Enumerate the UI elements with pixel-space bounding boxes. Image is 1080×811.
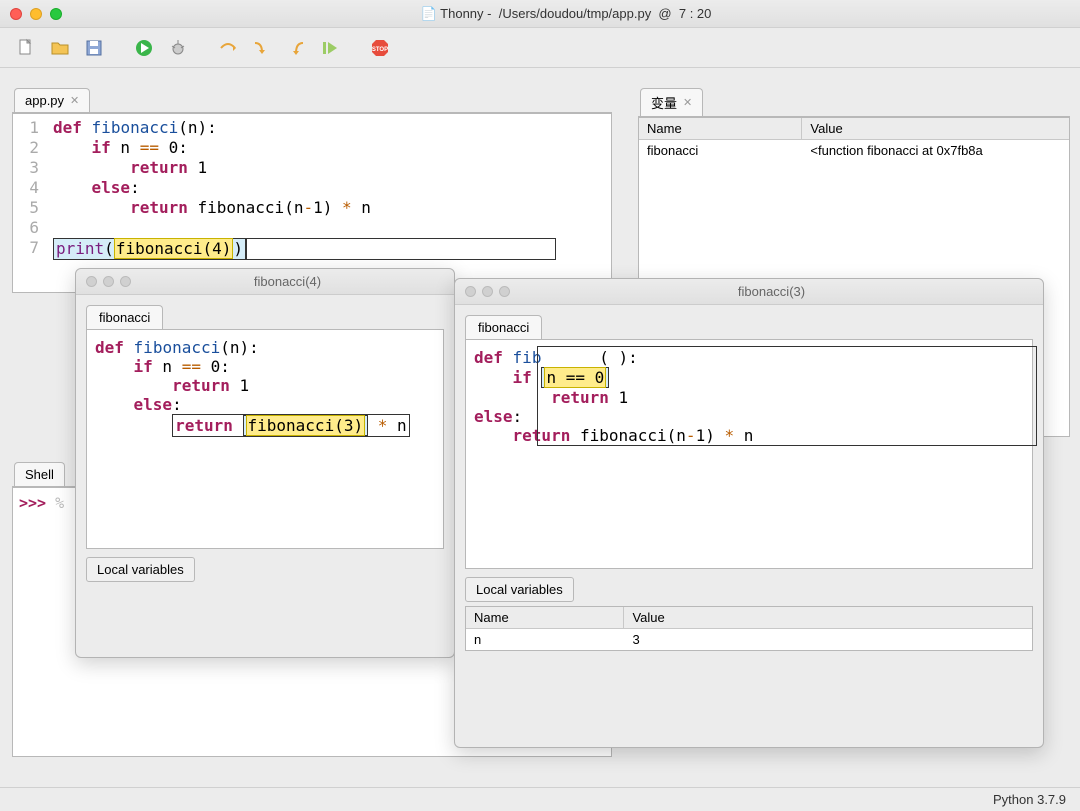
maximize-icon[interactable] [499, 286, 510, 297]
resume-button[interactable] [316, 34, 344, 62]
locals-header: Name Value [466, 607, 1032, 629]
doc-icon: 📄 [421, 6, 437, 21]
tab-label: 变量 [651, 93, 677, 112]
local-variables-button[interactable]: Local variables [465, 577, 574, 602]
tab-shell[interactable]: Shell [14, 462, 65, 486]
variable-row[interactable]: fibonacci <function fibonacci at 0x7fb8a [639, 140, 1069, 161]
debug-window-title: fibonacci(3) [510, 284, 1033, 299]
debug-window-controls [86, 276, 131, 287]
debug-window-controls [465, 286, 510, 297]
debug-window-fibonacci-3[interactable]: fibonacci(3) fibonacci def fib ( ): if n… [454, 278, 1044, 748]
minimize-icon[interactable] [482, 286, 493, 297]
local-var-value: 3 [624, 629, 1032, 650]
shell-prompt: >>> [19, 494, 46, 512]
current-condition-highlight: n == 0 [541, 367, 609, 388]
close-icon[interactable] [86, 276, 97, 287]
minimize-window-button[interactable] [30, 8, 42, 20]
run-button[interactable] [130, 34, 158, 62]
var-value: <function fibonacci at 0x7fb8a [802, 140, 1069, 161]
debug-window-title: fibonacci(4) [131, 274, 444, 289]
debug-titlebar[interactable]: fibonacci(4) [76, 269, 454, 295]
close-window-button[interactable] [10, 8, 22, 20]
code-editor[interactable]: 1 2 3 4 5 6 7 def fibonacci(n): if n == … [12, 113, 612, 293]
debug-code-view[interactable]: def fib ( ): if n == 0 return 1 else: re… [465, 339, 1033, 569]
current-statement-box: return fibonacci(3) * n [172, 414, 410, 437]
toolbar: STOP [0, 28, 1080, 68]
locals-table: Name Value n 3 [465, 606, 1033, 651]
col-name-header[interactable]: Name [466, 607, 624, 628]
window-controls [10, 8, 62, 20]
debug-code-view[interactable]: def fibonacci(n): if n == 0: return 1 el… [86, 329, 444, 549]
workspace: app.py ✕ 1 2 3 4 5 6 7 def fibonacci(n):… [0, 68, 1080, 787]
maximize-icon[interactable] [120, 276, 131, 287]
debug-button[interactable] [164, 34, 192, 62]
debug-tab-fibonacci[interactable]: fibonacci [465, 315, 542, 339]
debug-tabs: fibonacci [86, 305, 444, 329]
var-name: fibonacci [639, 140, 802, 161]
debug-window-fibonacci-4[interactable]: fibonacci(4) fibonacci def fibonacci(n):… [75, 268, 455, 658]
variables-tabs: 变量 ✕ [638, 84, 1070, 117]
tab-app-py[interactable]: app.py ✕ [14, 88, 90, 112]
local-var-name: n [466, 629, 624, 650]
debug-tabs: fibonacci [465, 315, 1033, 339]
stop-button[interactable]: STOP [366, 34, 394, 62]
line-gutter: 1 2 3 4 5 6 7 [13, 114, 47, 292]
open-file-button[interactable] [46, 34, 74, 62]
col-name-header[interactable]: Name [639, 118, 802, 139]
python-version-label[interactable]: Python 3.7.9 [993, 792, 1066, 807]
save-button[interactable] [80, 34, 108, 62]
debug-content: fibonacci def fib ( ): if n == 0 return … [455, 305, 1043, 661]
col-value-header[interactable]: Value [802, 118, 1069, 139]
close-tab-icon[interactable]: ✕ [683, 96, 692, 109]
debug-titlebar[interactable]: fibonacci(3) [455, 279, 1043, 305]
tab-label: Shell [25, 467, 54, 482]
window-titlebar: 📄 Thonny - /Users/doudou/tmp/app.py @ 7 … [0, 0, 1080, 28]
current-expression-highlight: print(fibonacci(4)) [53, 238, 246, 260]
step-out-button[interactable] [282, 34, 310, 62]
tab-variables[interactable]: 变量 ✕ [640, 88, 703, 116]
col-value-header[interactable]: Value [624, 607, 1032, 628]
new-file-button[interactable] [12, 34, 40, 62]
close-icon[interactable] [465, 286, 476, 297]
code-area[interactable]: def fibonacci(n): if n == 0: return 1 el… [47, 114, 562, 292]
step-over-button[interactable] [214, 34, 242, 62]
minimize-icon[interactable] [103, 276, 114, 287]
maximize-window-button[interactable] [50, 8, 62, 20]
local-variables-button[interactable]: Local variables [86, 557, 195, 582]
statusbar: Python 3.7.9 [0, 787, 1080, 811]
close-tab-icon[interactable]: ✕ [70, 94, 79, 107]
svg-text:STOP: STOP [372, 47, 388, 53]
tab-label: app.py [25, 93, 64, 108]
editor-tabs: app.py ✕ [12, 84, 612, 113]
debug-tab-fibonacci[interactable]: fibonacci [86, 305, 163, 329]
shell-input: % [55, 494, 64, 512]
local-var-row[interactable]: n 3 [466, 629, 1032, 650]
debug-content: fibonacci def fibonacci(n): if n == 0: r… [76, 295, 454, 592]
current-call-highlight: fibonacci(3) [243, 415, 369, 436]
window-title: 📄 Thonny - /Users/doudou/tmp/app.py @ 7 … [62, 6, 1070, 22]
variables-header: Name Value [639, 118, 1069, 140]
step-into-button[interactable] [248, 34, 276, 62]
